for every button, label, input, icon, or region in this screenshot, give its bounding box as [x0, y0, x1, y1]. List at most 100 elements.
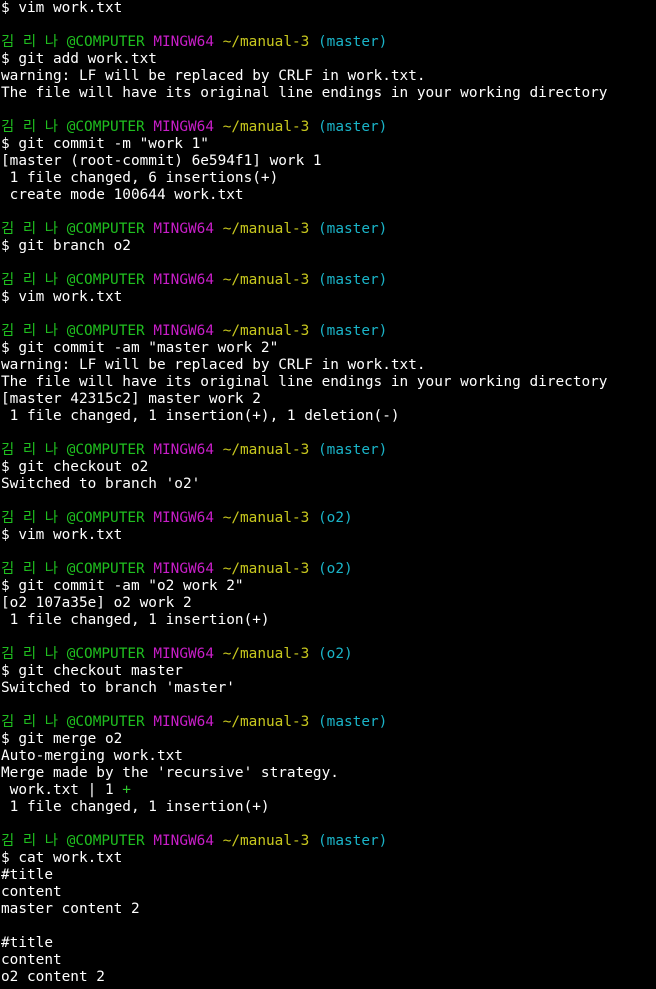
prompt-user: 김 리 나 @COMPUTER: [1, 714, 145, 730]
prompt-user: 김 리 나 @COMPUTER: [1, 510, 145, 526]
command-line: $ git checkout master: [1, 663, 183, 679]
prompt-system: MINGW64: [153, 221, 215, 237]
prompt-system: MINGW64: [153, 714, 215, 730]
prompt-line: 김 리 나 @COMPUTER MINGW64 ~/manual-3 (mast…: [1, 714, 656, 731]
prompt-path: ~/manual-3: [222, 646, 310, 662]
output-line: 1 file changed, 1 insertion(+): [1, 799, 270, 815]
output-line: #title: [1, 867, 53, 883]
prompt-line: 김 리 나 @COMPUTER MINGW64 ~/manual-3 (o2): [1, 646, 656, 663]
output-line: The file will have its original line end…: [1, 374, 608, 390]
prompt-path: ~/manual-3: [222, 323, 310, 339]
prompt-system: MINGW64: [153, 119, 215, 135]
command-line: $ git commit -am "master work 2": [1, 340, 279, 356]
prompt-branch: (o2): [318, 510, 353, 526]
command-line: $ cat work.txt: [1, 850, 123, 866]
prompt-line: 김 리 나 @COMPUTER MINGW64 ~/manual-3 (mast…: [1, 442, 656, 459]
prompt-branch: (master): [318, 714, 388, 730]
command-line: $ vim work.txt: [1, 289, 123, 305]
prompt-path: ~/manual-3: [222, 272, 310, 288]
prompt-path: ~/manual-3: [222, 510, 310, 526]
prompt-line: 김 리 나 @COMPUTER MINGW64 ~/manual-3 (o2): [1, 510, 656, 527]
output-line: [master (root-commit) 6e594f1] work 1: [1, 153, 322, 169]
prompt-system: MINGW64: [153, 561, 215, 577]
prompt-system: MINGW64: [153, 323, 215, 339]
prompt-user: 김 리 나 @COMPUTER: [1, 221, 145, 237]
prompt-path: ~/manual-3: [222, 833, 310, 849]
prompt-branch: (o2): [318, 646, 353, 662]
prompt-system: MINGW64: [153, 833, 215, 849]
output-line: Switched to branch 'master': [1, 680, 235, 696]
prompt-line: 김 리 나 @COMPUTER MINGW64 ~/manual-3 (mast…: [1, 323, 656, 340]
output-line: Auto-merging work.txt: [1, 748, 183, 764]
prompt-branch: (master): [318, 119, 388, 135]
output-line: content: [1, 952, 62, 968]
prompt-user: 김 리 나 @COMPUTER: [1, 646, 145, 662]
prompt-branch: (master): [318, 442, 388, 458]
prompt-system: MINGW64: [153, 442, 215, 458]
prompt-line: 김 리 나 @COMPUTER MINGW64 ~/manual-3 (o2): [1, 561, 656, 578]
command-line: $ git commit -am "o2 work 2": [1, 578, 244, 594]
prompt-path: ~/manual-3: [222, 442, 310, 458]
prompt-user: 김 리 나 @COMPUTER: [1, 34, 145, 50]
prompt-path: ~/manual-3: [222, 34, 310, 50]
command-line: $ git checkout o2: [1, 459, 149, 475]
output-line: The file will have its original line end…: [1, 85, 608, 101]
prompt-line: 김 리 나 @COMPUTER MINGW64 ~/manual-3 (mast…: [1, 119, 656, 136]
prompt-line: 김 리 나 @COMPUTER MINGW64 ~/manual-3 (mast…: [1, 272, 656, 289]
output-line: work.txt | 1 +: [1, 782, 656, 799]
command-line: $ git merge o2: [1, 731, 123, 747]
prompt-branch: (master): [318, 833, 388, 849]
prompt-user: 김 리 나 @COMPUTER: [1, 833, 145, 849]
prompt-branch: (o2): [318, 561, 353, 577]
command-line: $ git add work.txt: [1, 51, 157, 67]
output-line: o2 content 2: [1, 969, 105, 985]
prompt-system: MINGW64: [153, 510, 215, 526]
output-line: warning: LF will be replaced by CRLF in …: [1, 68, 426, 84]
prompt-system: MINGW64: [153, 272, 215, 288]
prompt-branch: (master): [318, 272, 388, 288]
output-line: #title: [1, 935, 53, 951]
terminal-window[interactable]: $ vim work.txt 김 리 나 @COMPUTER MINGW64 ~/…: [0, 0, 656, 989]
prompt-line: 김 리 나 @COMPUTER MINGW64 ~/manual-3 (mast…: [1, 34, 656, 51]
prompt-system: MINGW64: [153, 34, 215, 50]
output-line: Merge made by the 'recursive' strategy.: [1, 765, 339, 781]
diffstat-text: work.txt | 1: [1, 782, 123, 798]
command-line: $ git branch o2: [1, 238, 131, 254]
prompt-user: 김 리 나 @COMPUTER: [1, 561, 145, 577]
prompt-user: 김 리 나 @COMPUTER: [1, 442, 145, 458]
prompt-path: ~/manual-3: [222, 221, 310, 237]
command-line: $ git commit -m "work 1": [1, 136, 209, 152]
prompt-path: ~/manual-3: [222, 561, 310, 577]
prompt-user: 김 리 나 @COMPUTER: [1, 119, 145, 135]
output-line: 1 file changed, 1 insertion(+): [1, 612, 270, 628]
output-line: create mode 100644 work.txt: [1, 187, 244, 203]
prompt-path: ~/manual-3: [222, 714, 310, 730]
prompt-path: ~/manual-3: [222, 119, 310, 135]
prompt-line: 김 리 나 @COMPUTER MINGW64 ~/manual-3 (mast…: [1, 221, 656, 238]
prompt-branch: (master): [318, 34, 388, 50]
output-line: 1 file changed, 1 insertion(+), 1 deleti…: [1, 408, 400, 424]
output-line: warning: LF will be replaced by CRLF in …: [1, 357, 426, 373]
output-line: content: [1, 884, 62, 900]
prompt-user: 김 리 나 @COMPUTER: [1, 323, 145, 339]
prompt-system: MINGW64: [153, 646, 215, 662]
diffstat-plus: +: [122, 782, 131, 798]
prompt-user: 김 리 나 @COMPUTER: [1, 272, 145, 288]
command-line: $ vim work.txt: [1, 0, 123, 16]
output-line: master content 2: [1, 901, 140, 917]
output-line: 1 file changed, 6 insertions(+): [1, 170, 279, 186]
output-line: Switched to branch 'o2': [1, 476, 201, 492]
prompt-branch: (master): [318, 221, 388, 237]
output-line: [master 42315c2] master work 2: [1, 391, 261, 407]
